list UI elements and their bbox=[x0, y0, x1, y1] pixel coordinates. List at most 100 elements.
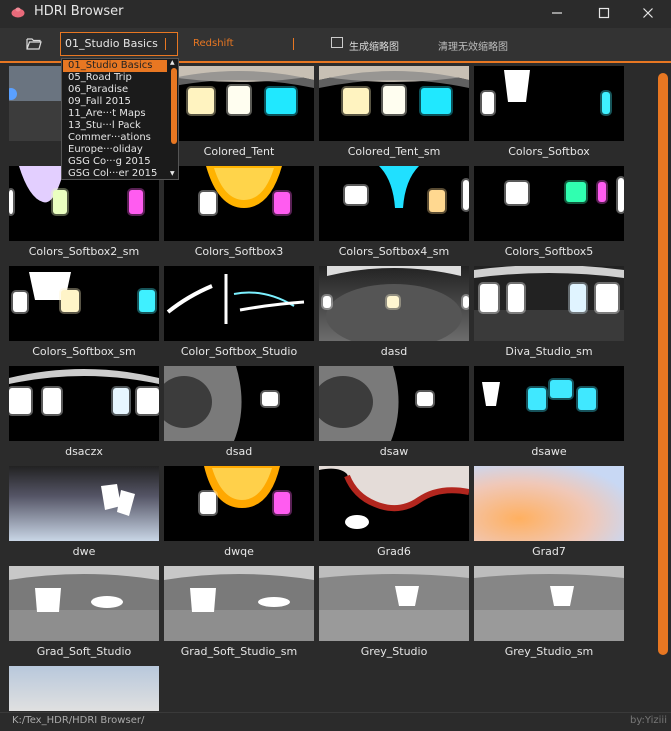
close-button[interactable] bbox=[628, 0, 668, 26]
hdri-thumbnail-item[interactable]: Colored_Tent_sm bbox=[319, 66, 469, 158]
hdri-thumbnail-item[interactable]: Grad6 bbox=[319, 466, 469, 558]
hdri-thumbnail-item[interactable]: dsaw bbox=[319, 366, 469, 458]
scrollbar-thumb[interactable] bbox=[658, 73, 668, 655]
hdri-preview-image[interactable] bbox=[9, 666, 159, 711]
close-icon bbox=[643, 8, 653, 18]
hdri-preview-image[interactable] bbox=[164, 466, 314, 541]
hdri-preview-image[interactable] bbox=[474, 66, 624, 141]
hdri-preview-image[interactable] bbox=[164, 366, 314, 441]
hdri-preview-image[interactable] bbox=[319, 166, 469, 241]
hdri-preview-image[interactable] bbox=[474, 166, 624, 241]
hdri-preview-image[interactable] bbox=[164, 566, 314, 641]
hdri-thumbnail-item[interactable]: Diva_Studio_sm bbox=[474, 266, 624, 358]
divider bbox=[165, 38, 166, 50]
hdri-preview-image[interactable] bbox=[474, 366, 624, 441]
hdri-name-label: Colors_Softbox bbox=[508, 145, 590, 158]
hdri-thumbnail-item[interactable]: Colors_Softbox5 bbox=[474, 166, 624, 258]
hdri-thumbnail-item[interactable]: Grad7 bbox=[474, 466, 624, 558]
hdri-thumbnail-item[interactable]: Colors_Softbox3 bbox=[164, 166, 314, 258]
hdri-thumbnail-item[interactable]: Color_Softbox_Studio bbox=[164, 266, 314, 358]
hdri-name-label: Diva_Studio_sm bbox=[505, 345, 593, 358]
hdri-preview-image[interactable] bbox=[9, 366, 159, 441]
hdri-preview-image[interactable] bbox=[319, 66, 469, 141]
current-path: K:/Tex_HDR/HDRI Browser/ bbox=[12, 715, 145, 726]
hdri-thumbnail-item[interactable]: Colors_Softbox bbox=[474, 66, 624, 158]
divider bbox=[293, 38, 294, 50]
hdri-preview-image[interactable] bbox=[474, 266, 624, 341]
hdri-thumbnail-item[interactable]: Grey_Studio bbox=[319, 566, 469, 658]
dropdown-option[interactable]: 05_Road Trip bbox=[63, 72, 167, 84]
hdri-thumbnail-item[interactable]: dsawe bbox=[474, 366, 624, 458]
hdri-name-label: dwe bbox=[72, 545, 96, 558]
clean-thumbnails-button[interactable]: 清理无效缩略图 bbox=[438, 38, 508, 53]
hdri-name-label: dasd bbox=[380, 345, 408, 358]
dropdown-option[interactable]: GSG Co···g 2015 bbox=[63, 156, 167, 168]
dropdown-option[interactable]: 06_Paradise bbox=[63, 84, 167, 96]
hdri-thumbnail-item[interactable]: Colored_Tent bbox=[164, 66, 314, 158]
hdri-name-label: Grad_Soft_Studio_sm bbox=[180, 645, 298, 658]
hdri-thumbnail-item[interactable]: dsaczx bbox=[9, 366, 159, 458]
hdri-thumbnail-item[interactable]: dwe bbox=[9, 466, 159, 558]
hdri-thumbnail-item[interactable] bbox=[9, 666, 159, 711]
hdri-name-label: Colors_Softbox3 bbox=[194, 245, 284, 258]
hdri-name-label: Grad_Soft_Studio bbox=[36, 645, 132, 658]
hdri-name-label: Colors_Softbox_sm bbox=[32, 345, 136, 358]
hdri-name-label: Colors_Softbox5 bbox=[504, 245, 594, 258]
title-bar: HDRI Browser bbox=[0, 0, 671, 26]
hdri-name-label: Color_Softbox_Studio bbox=[180, 345, 298, 358]
hdri-preview-image[interactable] bbox=[319, 466, 469, 541]
hdri-name-label: Grad7 bbox=[532, 545, 566, 558]
hdri-name-label: dwqe bbox=[224, 545, 254, 558]
hdri-preview-image[interactable] bbox=[319, 566, 469, 641]
dropdown-option[interactable]: Europe···oliday bbox=[63, 144, 167, 156]
hdri-thumbnail-item[interactable]: Grey_Studio_sm bbox=[474, 566, 624, 658]
hdri-preview-image[interactable] bbox=[164, 66, 314, 141]
hdri-name-label: dsaczx bbox=[65, 445, 103, 458]
dropdown-option[interactable]: 01_Studio Basics bbox=[63, 60, 167, 72]
combo-value: 01_Studio Basics bbox=[65, 37, 158, 50]
dropdown-option[interactable]: Commer···ations bbox=[63, 132, 167, 144]
hdri-name-label: Grad6 bbox=[377, 545, 411, 558]
hdri-thumbnail-item[interactable]: Colors_Softbox4_sm bbox=[319, 166, 469, 258]
status-bar: K:/Tex_HDR/HDRI Browser/ by:Yiziii bbox=[0, 712, 671, 731]
dropdown-option[interactable]: 13_Stu···l Pack bbox=[63, 120, 167, 132]
hdri-preview-image[interactable] bbox=[9, 466, 159, 541]
category-combo[interactable]: 01_Studio Basics bbox=[60, 32, 178, 56]
minimize-button[interactable] bbox=[537, 0, 577, 26]
hdri-preview-image[interactable] bbox=[9, 566, 159, 641]
renderer-toggle[interactable]: Redshift bbox=[193, 38, 234, 49]
category-dropdown-list[interactable]: ▲ ▼ 01_Studio Basics 05_Road Trip 06_Parad… bbox=[61, 58, 179, 180]
hdri-name-label: Colored_Tent bbox=[203, 145, 275, 158]
hdri-thumbnail-item[interactable]: dasd bbox=[319, 266, 469, 358]
hdri-preview-image[interactable] bbox=[319, 266, 469, 341]
hdri-thumbnail-item[interactable]: Colors_Softbox_sm bbox=[9, 266, 159, 358]
hdri-name-label: Colors_Softbox4_sm bbox=[338, 245, 450, 258]
dropdown-scrollbar-thumb[interactable] bbox=[171, 68, 177, 144]
scroll-down-icon[interactable]: ▼ bbox=[170, 170, 175, 177]
dropdown-option[interactable]: GSG Col···er 2015 bbox=[63, 168, 167, 179]
hdri-preview-image[interactable] bbox=[164, 266, 314, 341]
maximize-button[interactable] bbox=[584, 0, 624, 26]
scroll-up-icon[interactable]: ▲ bbox=[170, 59, 175, 66]
credit-label: by:Yiziii bbox=[629, 715, 667, 726]
hdri-thumbnail-item[interactable]: Grad_Soft_Studio bbox=[9, 566, 159, 658]
folder-open-icon[interactable] bbox=[26, 37, 42, 51]
hdri-preview-image[interactable] bbox=[164, 166, 314, 241]
image-icon bbox=[331, 37, 343, 48]
maximize-icon bbox=[598, 7, 610, 19]
hdri-name-label: Grey_Studio bbox=[360, 645, 428, 658]
hdri-thumbnail-item[interactable]: Grad_Soft_Studio_sm bbox=[164, 566, 314, 658]
hdri-thumbnail-item[interactable]: dsad bbox=[164, 366, 314, 458]
hdri-thumbnail-item[interactable]: dwqe bbox=[164, 466, 314, 558]
hdri-name-label: dsawe bbox=[531, 445, 567, 458]
hdri-preview-image[interactable] bbox=[474, 566, 624, 641]
hdri-name-label: dsad bbox=[225, 445, 253, 458]
dropdown-option[interactable]: 09_Fall 2015 bbox=[63, 96, 167, 108]
hdri-preview-image[interactable] bbox=[319, 366, 469, 441]
dropdown-option[interactable]: 11_Are···t Maps bbox=[63, 108, 167, 120]
generate-thumbnails-button[interactable]: 生成缩略图 bbox=[349, 38, 399, 53]
hdri-preview-image[interactable] bbox=[9, 266, 159, 341]
window-title: HDRI Browser bbox=[34, 4, 124, 19]
hdri-preview-image[interactable] bbox=[474, 466, 624, 541]
hdri-name-label: Grey_Studio_sm bbox=[504, 645, 594, 658]
